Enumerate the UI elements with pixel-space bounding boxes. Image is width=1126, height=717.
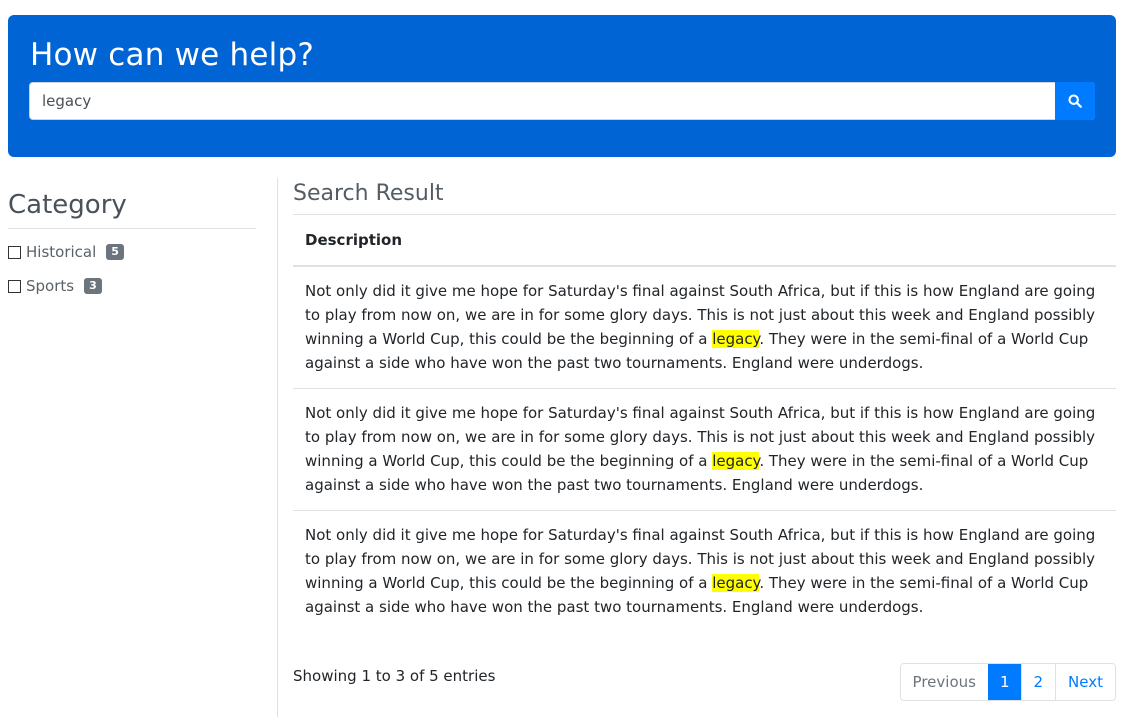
result-description: Not only did it give me hope for Saturda… (305, 279, 1104, 375)
category-sidebar: Category Historical 5 Sports 3 (8, 178, 256, 296)
page-2-button[interactable]: 2 (1020, 664, 1056, 700)
search-highlight: legacy (712, 330, 760, 348)
pagination: Previous 1 2 Next (899, 663, 1116, 701)
category-label: Historical (26, 243, 97, 261)
results-footer: Showing 1 to 3 of 5 entries Previous 1 2… (293, 663, 1116, 703)
search-hero: How can we help? (8, 15, 1116, 157)
table-row: Not only did it give me hope for Saturda… (293, 389, 1116, 511)
column-divider (277, 178, 278, 717)
table-row: Not only did it give me hope for Saturda… (293, 267, 1116, 389)
category-checkbox[interactable] (8, 245, 21, 259)
search-input[interactable] (30, 83, 1056, 119)
category-item-sports[interactable]: Sports 3 (8, 276, 256, 296)
page-title: How can we help? (30, 37, 314, 73)
search-box (29, 82, 1095, 120)
search-highlight: legacy (712, 574, 760, 592)
table-row: Not only did it give me hope for Saturda… (293, 511, 1116, 632)
category-title: Category (8, 178, 256, 229)
search-results: Search Result Description Not only did i… (293, 178, 1116, 632)
category-label: Sports (26, 277, 75, 295)
search-highlight: legacy (712, 452, 760, 470)
category-list: Historical 5 Sports 3 (8, 242, 256, 296)
category-item-historical[interactable]: Historical 5 (8, 242, 256, 262)
column-header-description: Description (293, 215, 1116, 267)
entries-info: Showing 1 to 3 of 5 entries (293, 667, 496, 685)
result-description: Not only did it give me hope for Saturda… (305, 523, 1104, 619)
results-title: Search Result (293, 178, 1116, 215)
previous-page-button[interactable]: Previous (900, 664, 988, 700)
search-button[interactable] (1055, 82, 1095, 120)
next-page-button[interactable]: Next (1055, 664, 1115, 700)
page-1-button[interactable]: 1 (987, 664, 1021, 700)
category-checkbox[interactable] (8, 279, 21, 293)
count-badge: 3 (84, 278, 102, 294)
search-icon (1068, 94, 1082, 108)
count-badge: 5 (106, 244, 124, 260)
result-description: Not only did it give me hope for Saturda… (305, 401, 1104, 497)
